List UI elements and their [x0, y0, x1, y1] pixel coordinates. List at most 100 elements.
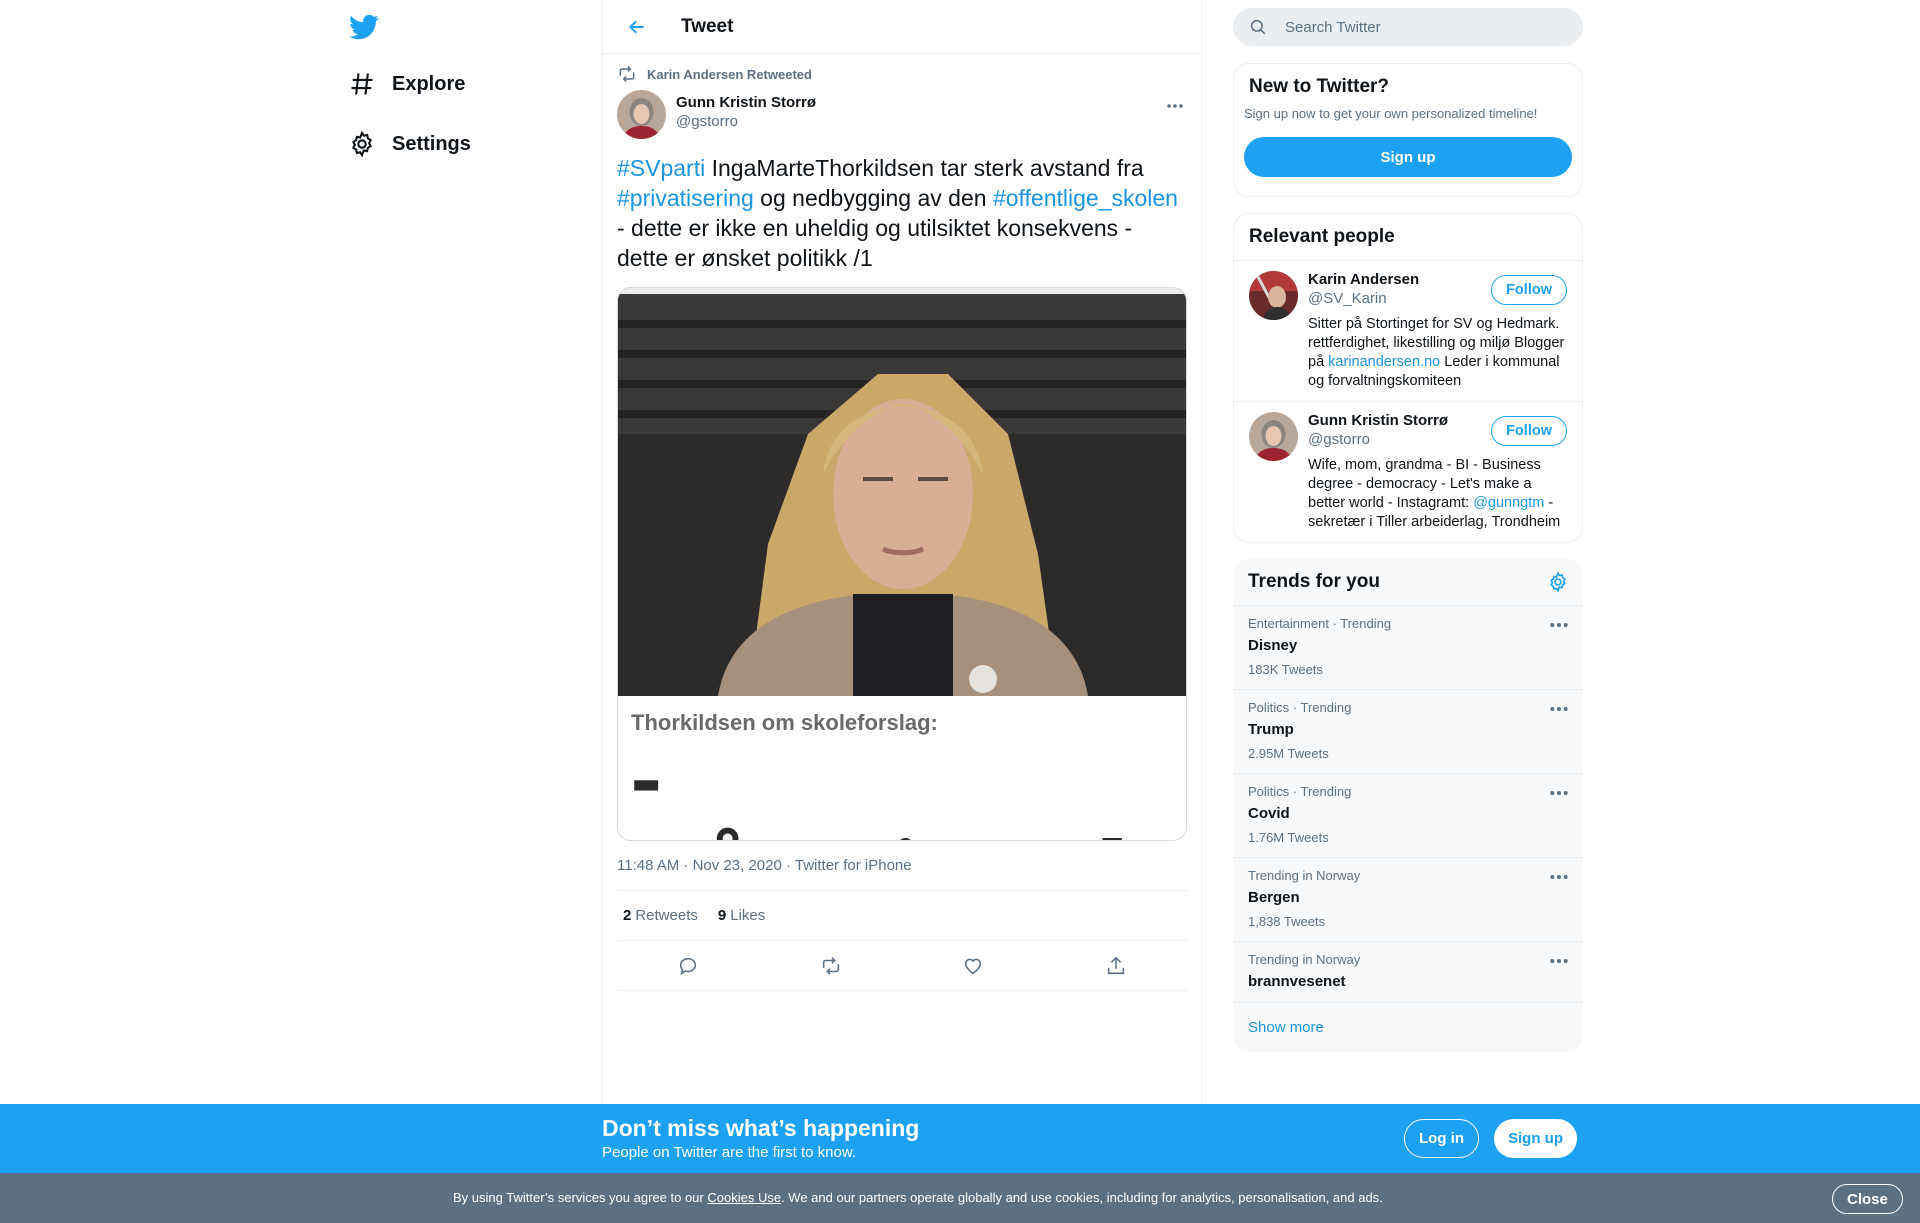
avatar[interactable]: [1249, 412, 1298, 461]
trend-item[interactable]: Trending in Norway Bergen 1,838 Tweets: [1233, 858, 1583, 942]
follow-button[interactable]: Follow: [1491, 416, 1567, 446]
login-button[interactable]: Log in: [1404, 1119, 1479, 1158]
nav-item-settings[interactable]: Settings: [348, 124, 471, 164]
caption-headline: - Hårreisende!: [630, 734, 1186, 840]
trend-category: Trending in Norway: [1248, 868, 1361, 883]
trend-category: Politics · Trending: [1248, 784, 1352, 799]
likes-count: 9: [717, 907, 727, 924]
tweet: Karin Andersen Retweeted Gunn Kristin St…: [603, 64, 1201, 991]
cookies-use-link[interactable]: Cookies Use: [707, 1190, 781, 1205]
show-more-link[interactable]: Show more: [1233, 1003, 1583, 1052]
more-options-icon[interactable]: [1163, 96, 1187, 116]
bio-link[interactable]: @gunngtm: [1473, 495, 1544, 511]
retweet-icon: [619, 65, 635, 83]
card-subtitle: Sign up now to get your own personalized…: [1244, 106, 1538, 121]
card-title: New to Twitter?: [1249, 76, 1390, 97]
trend-name: brannvesenet: [1248, 973, 1346, 990]
share-icon[interactable]: [1098, 948, 1134, 984]
signup-banner: Don’t miss what’s happening People on Tw…: [0, 1104, 1920, 1173]
new-to-twitter-card: New to Twitter? Sign up now to get your …: [1233, 63, 1583, 197]
banner-subtext: People on Twitter are the first to know.: [602, 1144, 857, 1161]
cookie-text-part: . We and our partners operate globally a…: [781, 1190, 1383, 1205]
more-options-icon[interactable]: [1549, 870, 1569, 884]
page: Explore Settings Tweet Karin Andersen Re…: [0, 0, 1920, 1223]
search-input[interactable]: [1285, 18, 1545, 36]
more-options-icon[interactable]: [1549, 702, 1569, 716]
retweet-button-icon[interactable]: [813, 948, 849, 984]
twitter-bird-icon[interactable]: [348, 12, 380, 42]
relevant-people-card: Relevant people Karin Andersen @SV_Karin…: [1233, 213, 1583, 543]
right-sidebar: New to Twitter? Sign up now to get your …: [1233, 0, 1583, 1052]
author-info: Gunn Kristin Storrø @gstorro: [676, 94, 816, 130]
trend-item[interactable]: Politics · Trending Trump 2.95M Tweets: [1233, 690, 1583, 774]
person-bio: Sitter på Stortinget for SV og Hedmark. …: [1308, 315, 1567, 391]
likes-label: Likes: [730, 907, 766, 924]
more-options-icon[interactable]: [1549, 618, 1569, 632]
reply-icon[interactable]: [670, 948, 706, 984]
follow-button[interactable]: Follow: [1491, 275, 1567, 305]
retweet-context: Karin Andersen Retweeted: [617, 64, 1187, 84]
more-options-icon[interactable]: [1549, 954, 1569, 968]
tweet-text-part: - dette er ikke en uheldig og utilsiktet…: [617, 215, 1133, 271]
author-handle[interactable]: @gstorro: [676, 113, 816, 130]
tweet-media[interactable]: Thorkildsen om skoleforslag: - Hårreisen…: [617, 287, 1187, 841]
retweets-count: 2: [623, 907, 632, 924]
more-options-icon[interactable]: [1549, 786, 1569, 800]
banner-signup-button[interactable]: Sign up: [1494, 1119, 1577, 1158]
card-title: Relevant people: [1234, 214, 1582, 261]
media-caption: Thorkildsen om skoleforslag: - Hårreisen…: [618, 696, 1186, 840]
trend-name: Bergen: [1248, 889, 1300, 906]
retweets-label: Retweets: [635, 907, 698, 924]
person-item[interactable]: Gunn Kristin Storrø @gstorro Wife, mom, …: [1234, 402, 1582, 542]
trend-category: Politics · Trending: [1248, 700, 1352, 715]
trend-name: Trump: [1248, 721, 1294, 738]
trend-name: Disney: [1248, 637, 1298, 654]
nav-label: Explore: [392, 72, 466, 95]
cookie-close-button[interactable]: Close: [1832, 1184, 1903, 1214]
tweet-author: Gunn Kristin Storrø @gstorro: [617, 90, 1187, 139]
avatar[interactable]: [1249, 271, 1298, 320]
gear-icon: [352, 130, 372, 158]
hashtag-link[interactable]: #offentlige_skolen: [993, 185, 1178, 211]
main-column: Tweet Karin Andersen Retweeted Gunn Kris…: [602, 0, 1202, 1104]
hashtag-link[interactable]: #privatisering: [617, 185, 754, 211]
trend-name: Covid: [1248, 805, 1290, 822]
trend-count: 183K Tweets: [1248, 662, 1323, 677]
trend-item[interactable]: Politics · Trending Covid 1.76M Tweets: [1233, 774, 1583, 858]
like-heart-icon[interactable]: [955, 948, 991, 984]
tweet-actions: [617, 941, 1187, 991]
hashtag-link[interactable]: #SVparti: [617, 155, 705, 181]
tweet-photo: [618, 294, 1186, 696]
tweet-text-part: IngaMarteThorkildsen tar sterk avstand f…: [705, 155, 1144, 181]
caption-kicker: Thorkildsen om skoleforslag:: [631, 710, 938, 735]
cookie-text-part: By using Twitter’s services you agree to…: [453, 1190, 708, 1205]
tweet-timestamp[interactable]: 11:48 AM · Nov 23, 2020 · Twitter for iP…: [617, 857, 1187, 891]
trends-header: Trends for you: [1233, 559, 1583, 606]
card-title: Trends for you: [1248, 571, 1380, 592]
person-item[interactable]: Karin Andersen @SV_Karin Sitter på Stort…: [1234, 261, 1582, 402]
likes-stat[interactable]: 9 Likes: [718, 907, 765, 924]
retweets-stat[interactable]: 2 Retweets: [623, 907, 698, 924]
search-box[interactable]: [1233, 8, 1583, 46]
bio-link[interactable]: karinandersen.no: [1328, 354, 1440, 370]
tweet-stats: 2 Retweets 9 Likes: [617, 891, 1187, 941]
search-icon: [1250, 19, 1266, 35]
trend-category: Trending in Norway: [1248, 952, 1361, 967]
trend-count: 1,838 Tweets: [1248, 914, 1326, 929]
nav-label: Settings: [392, 132, 471, 155]
author-name[interactable]: Gunn Kristin Storrø: [676, 94, 816, 111]
trend-item[interactable]: Trending in Norway brannvesenet: [1233, 942, 1583, 1003]
nav-item-explore[interactable]: Explore: [348, 64, 465, 104]
tweet-header: Tweet: [603, 0, 1201, 54]
retweeted-by[interactable]: Karin Andersen Retweeted: [647, 67, 812, 82]
back-arrow-icon[interactable]: [619, 9, 655, 45]
page-title: Tweet: [681, 15, 734, 37]
tweet-text: #SVparti IngaMarteThorkildsen tar sterk …: [617, 153, 1187, 273]
cookie-bar: By using Twitter’s services you agree to…: [0, 1173, 1920, 1223]
avatar[interactable]: [617, 90, 666, 139]
cookie-text: By using Twitter’s services you agree to…: [453, 1190, 1383, 1205]
trend-count: 2.95M Tweets: [1248, 746, 1329, 761]
settings-gear-icon[interactable]: [1547, 571, 1569, 593]
trend-item[interactable]: Entertainment · Trending Disney 183K Twe…: [1233, 606, 1583, 690]
signup-button[interactable]: Sign up: [1244, 137, 1572, 177]
